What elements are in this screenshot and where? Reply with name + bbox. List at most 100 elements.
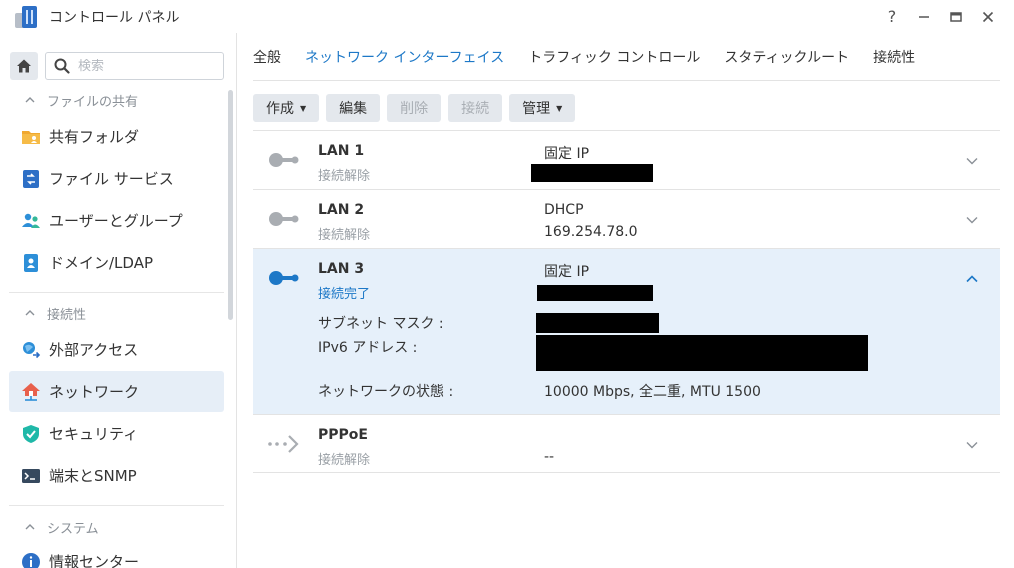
terminal-icon <box>21 466 41 486</box>
sidebar-item-label: ドメイン/LDAP <box>49 254 154 272</box>
sidebar-item-file-services[interactable]: ファイル サービス <box>9 158 224 199</box>
network-icon <box>21 382 41 402</box>
search-input[interactable] <box>78 58 208 74</box>
section-header-label: システム <box>47 522 99 537</box>
interface-ip: 169.254.78.0 <box>544 224 638 240</box>
manage-button[interactable]: 管理 ▼ <box>509 94 576 122</box>
sidebar-item-shared-folder[interactable]: 共有フォルダ <box>9 116 224 157</box>
connect-button[interactable]: 接続 <box>448 94 503 122</box>
info-icon <box>21 552 41 568</box>
title-bar: コントロール パネル ? <box>0 0 1014 33</box>
tab-static-route[interactable]: スタティックルート <box>724 33 849 81</box>
pppoe-icon <box>268 435 299 453</box>
ethernet-connected-icon <box>269 271 299 285</box>
chevron-down-icon[interactable] <box>966 213 978 227</box>
chevron-up-icon[interactable] <box>966 272 978 286</box>
tab-bar: 全般 ネットワーク インターフェイス トラフィック コントロール スタティックル… <box>253 33 1000 81</box>
caret-down-icon: ▼ <box>300 103 307 113</box>
create-label: 作成 <box>266 101 294 117</box>
sidebar-item-label: ユーザーとグループ <box>49 212 183 230</box>
sidebar-divider <box>9 505 224 506</box>
tab-network-interface[interactable]: ネットワーク インターフェイス <box>305 33 504 81</box>
chevron-up-icon <box>25 308 35 319</box>
minimize-button[interactable] <box>908 4 940 30</box>
sidebar-item-label: 端末とSNMP <box>49 467 137 485</box>
interface-status: 接続解除 <box>318 169 371 184</box>
interface-status: 接続完了 <box>318 287 371 302</box>
interface-status: 接続解除 <box>318 453 371 468</box>
interface-name: LAN 3 <box>318 261 365 277</box>
sidebar: ファイルの共有 共有フォルダ ファイル サービス ユーザーとグループ ドメイン/… <box>0 33 237 568</box>
chevron-up-icon <box>25 95 35 106</box>
chevron-down-icon[interactable] <box>966 438 978 452</box>
window-title: コントロール パネル <box>49 9 180 26</box>
domain-icon <box>21 253 41 273</box>
interface-name: PPPoE <box>318 427 368 443</box>
home-button[interactable] <box>10 52 38 80</box>
interface-row-pppoe[interactable]: PPPoE 接続解除 -- <box>253 414 1000 473</box>
tab-connectivity[interactable]: 接続性 <box>873 33 915 81</box>
interface-type: 固定 IP <box>544 264 590 280</box>
interface-type: DHCP <box>544 202 584 218</box>
sidebar-divider <box>9 292 224 293</box>
create-button[interactable]: 作成 ▼ <box>253 94 320 122</box>
external-access-icon <box>21 340 41 360</box>
users-icon <box>21 211 41 231</box>
sidebar-item-label: ファイル サービス <box>49 170 174 188</box>
section-header-system[interactable]: システム <box>25 518 99 537</box>
folder-icon <box>21 127 41 147</box>
sidebar-item-external-access[interactable]: 外部アクセス <box>9 329 224 370</box>
sidebar-item-label: 外部アクセス <box>49 341 139 359</box>
section-header-file-sharing[interactable]: ファイルの共有 <box>25 91 138 110</box>
sidebar-item-security[interactable]: セキュリティ <box>9 413 224 454</box>
network-state-label: ネットワークの状態 : <box>318 384 454 400</box>
interface-ip: -- <box>544 449 555 465</box>
chevron-up-icon <box>25 522 35 533</box>
maximize-button[interactable] <box>940 4 972 30</box>
chevron-down-icon[interactable] <box>966 154 978 168</box>
delete-button[interactable]: 削除 <box>387 94 442 122</box>
window-controls: ? <box>876 4 1004 30</box>
search-box <box>45 52 224 80</box>
interface-name: LAN 2 <box>318 202 365 218</box>
help-button[interactable]: ? <box>876 4 908 30</box>
section-header-label: ファイルの共有 <box>47 95 139 110</box>
edit-button[interactable]: 編集 <box>326 94 381 122</box>
redacted-ip <box>537 285 653 301</box>
home-icon <box>17 59 31 73</box>
toolbar: 作成 ▼ 編集 削除 接続 管理 ▼ <box>253 94 576 122</box>
search-icon <box>54 58 70 74</box>
sidebar-item-label: 情報センター <box>49 553 140 568</box>
control-panel-icon <box>15 5 37 28</box>
sidebar-item-users-groups[interactable]: ユーザーとグループ <box>9 200 224 241</box>
interface-row-lan3[interactable]: LAN 3 接続完了 固定 IP サブネット マスク : IPv6 アドレス :… <box>253 248 1000 414</box>
tab-general[interactable]: 全般 <box>253 33 281 81</box>
section-header-label: 接続性 <box>47 308 87 323</box>
manage-label: 管理 <box>522 101 551 117</box>
interface-row-lan1[interactable]: LAN 1 接続解除 固定 IP <box>253 130 1000 189</box>
sidebar-item-label: ネットワーク <box>49 383 140 401</box>
minimize-icon <box>919 15 929 18</box>
ipv6-address-label: IPv6 アドレス : <box>318 340 418 356</box>
sidebar-item-network[interactable]: ネットワーク <box>9 371 224 412</box>
sidebar-item-label: 共有フォルダ <box>49 128 140 146</box>
file-service-icon <box>21 169 41 189</box>
redacted-ip <box>531 164 653 182</box>
interface-name: LAN 1 <box>318 143 365 159</box>
redacted-ipv6-address <box>536 335 868 371</box>
sidebar-item-info-center[interactable]: 情報センター <box>9 541 224 568</box>
close-button[interactable] <box>972 4 1004 30</box>
ethernet-disconnected-icon <box>269 212 299 226</box>
interface-row-lan2[interactable]: LAN 2 接続解除 DHCP 169.254.78.0 <box>253 189 1000 248</box>
sidebar-scrollbar[interactable] <box>228 90 233 320</box>
sidebar-item-domain-ldap[interactable]: ドメイン/LDAP <box>9 242 224 283</box>
subnet-mask-label: サブネット マスク : <box>318 316 444 332</box>
section-header-connectivity[interactable]: 接続性 <box>25 304 86 323</box>
shield-icon <box>21 424 41 444</box>
caret-down-icon: ▼ <box>556 103 563 113</box>
interface-status: 接続解除 <box>318 228 371 243</box>
network-state-value: 10000 Mbps, 全二重, MTU 1500 <box>544 384 761 400</box>
ethernet-disconnected-icon <box>269 153 299 167</box>
tab-traffic-control[interactable]: トラフィック コントロール <box>528 33 700 81</box>
sidebar-item-terminal-snmp[interactable]: 端末とSNMP <box>9 455 224 496</box>
